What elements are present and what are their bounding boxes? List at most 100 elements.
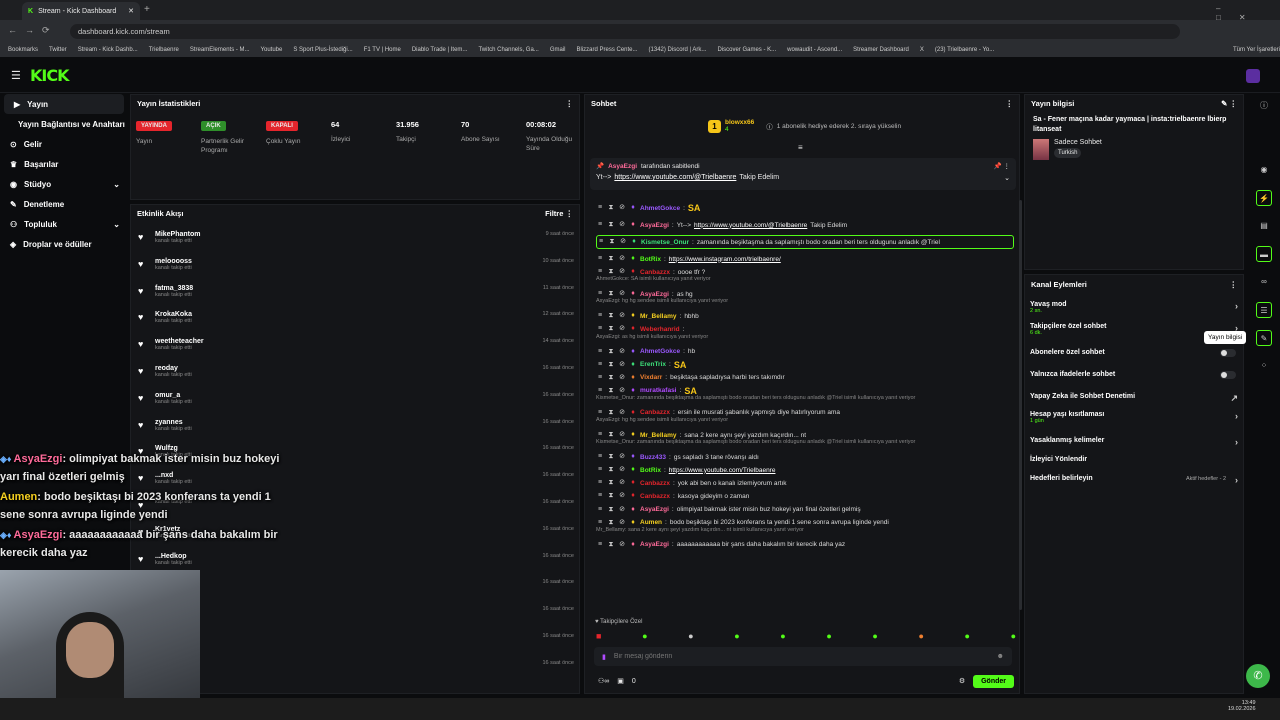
mod-action-icon[interactable]: ≡: [596, 431, 604, 439]
external-link-icon[interactable]: ↗: [1230, 393, 1238, 404]
camera-rail-icon[interactable]: ◉: [1256, 162, 1272, 178]
ban-icon[interactable]: ⊘: [618, 204, 626, 212]
bookmark-item[interactable]: X: [920, 47, 924, 53]
ban-icon[interactable]: ⊘: [618, 255, 626, 263]
mod-action-icon[interactable]: ≡: [596, 348, 604, 356]
sidebar-item-3[interactable]: ♛ Başarılar: [0, 154, 128, 174]
ban-icon[interactable]: ⊘: [618, 325, 626, 333]
nav-buttons[interactable]: ←→⟳: [8, 25, 58, 36]
channel-actions-menu-icon[interactable]: ⋮: [1230, 280, 1238, 289]
activity-user[interactable]: KrokaKoka: [155, 311, 192, 318]
ban-icon[interactable]: ⊘: [618, 361, 626, 369]
mod-action-icon[interactable]: ≡: [596, 221, 604, 229]
chat-username[interactable]: AsyaEzgi: [640, 506, 669, 513]
sidebar-item-5[interactable]: ✎ Denetleme: [0, 194, 128, 214]
bookmark-item[interactable]: (1342) Discord | Ark...: [649, 47, 707, 53]
emote-icon[interactable]: ●: [918, 631, 923, 641]
more-rail-icon[interactable]: ⁘: [1256, 358, 1272, 374]
emote-icon[interactable]: ●: [734, 631, 739, 641]
chat-username[interactable]: AsyaEzgi: [640, 291, 669, 298]
bookmark-item[interactable]: StreamElements - M...: [190, 47, 250, 53]
chat-scrollbar[interactable]: [1019, 200, 1022, 610]
bookmark-item[interactable]: F1 TV | Home: [364, 47, 401, 53]
chat-username[interactable]: Buzz433: [640, 454, 666, 461]
users-icon[interactable]: ⚇∞: [598, 677, 609, 685]
flash-rail-icon[interactable]: ⚡: [1256, 190, 1272, 206]
ban-icon[interactable]: ⊘: [618, 541, 626, 549]
channel-action-item[interactable]: İzleyici Yönlendir: [1030, 456, 1240, 463]
chat-username[interactable]: Mr_Bellamy: [640, 313, 677, 320]
bookmark-item[interactable]: (23) Trielbaenre - Yo...: [935, 47, 994, 53]
sidebar-item-1[interactable]: Yayın Bağlantısı ve Anahtarı: [0, 114, 128, 134]
chat-message[interactable]: ≡ ⧗ ⊘ ♦ AsyaEzgi: Yt--> https://www.youtube.co…: [596, 219, 1016, 231]
sidebar-item-7[interactable]: ◈ Droplar ve ödüller: [0, 234, 128, 254]
timeout-icon[interactable]: ⧗: [607, 312, 615, 320]
mod-action-icon[interactable]: ≡: [596, 204, 604, 212]
ban-icon[interactable]: ⊘: [618, 387, 626, 395]
stream-info-menu-icon[interactable]: ⋮: [1230, 99, 1238, 108]
chat-message[interactable]: ≡ ⧗ ⊘ ♦ Vixdarr: beşiktaşa sapladıysa harbi t…: [596, 372, 1016, 384]
timeout-icon[interactable]: ⧗: [607, 409, 615, 417]
chevron-right-icon[interactable]: ›: [1235, 411, 1238, 421]
avatar[interactable]: [1246, 69, 1260, 83]
emoji-icon[interactable]: ☻: [997, 653, 1004, 660]
mod-action-icon[interactable]: ≡: [596, 325, 604, 333]
wrench-rail-icon[interactable]: ✎: [1256, 330, 1272, 346]
activity-user[interactable]: MikePhantom: [155, 231, 201, 238]
mod-action-icon[interactable]: ≡: [596, 268, 604, 276]
ban-icon[interactable]: ⊘: [618, 312, 626, 320]
timeout-icon[interactable]: ⧗: [607, 325, 615, 333]
ban-icon[interactable]: ⊘: [618, 221, 626, 229]
activity-user[interactable]: zyannes: [155, 419, 192, 426]
channel-action-item[interactable]: Hedefleri belirleyin Aktif hedefler - 2 ›: [1030, 475, 1240, 485]
chat-message[interactable]: ≡ ⧗ ⊘ ♦ AsyaEzgi: aaaaaaaaaaaa bir şans daha …: [596, 539, 1016, 551]
mod-action-icon[interactable]: ≡: [596, 492, 604, 500]
bookmark-item[interactable]: Blizzard Press Cente...: [576, 47, 637, 53]
chevron-right-icon[interactable]: ›: [1235, 437, 1238, 447]
activity-user[interactable]: weetheteacher: [155, 338, 204, 345]
bookmark-item[interactable]: Stream - Kick Dashb...: [78, 47, 138, 53]
mod-action-icon[interactable]: ≡: [596, 466, 604, 474]
ban-icon[interactable]: ⊘: [619, 238, 627, 246]
emote-icon[interactable]: ●: [688, 631, 693, 641]
bookmark-item[interactable]: Bookmarks: [8, 47, 38, 53]
chat-link[interactable]: https://www.youtube.com/@Trielbaenre: [694, 222, 807, 229]
chat-message[interactable]: ≡ ⧗ ⊘ ♦ Canbazzx: yok abi ben o kanalı izlemi…: [596, 477, 1016, 489]
sidebar-item-4[interactable]: ◉ Stüdyo ⌄: [0, 174, 128, 194]
chat-username[interactable]: ErenTrix: [640, 361, 666, 368]
chat-rail-icon[interactable]: ▬: [1256, 246, 1272, 262]
browser-tab[interactable]: K Stream - Kick Dashboard ✕: [22, 2, 140, 20]
chat-message[interactable]: ≡ ⧗ ⊘ ♦ AsyaEzgi: olimpiyat bakmak ister misi…: [596, 504, 1016, 516]
chat-username[interactable]: AsyaEzgi: [640, 222, 669, 229]
timeout-icon[interactable]: ⧗: [607, 268, 615, 276]
mod-action-icon[interactable]: ≡: [596, 312, 604, 320]
ban-icon[interactable]: ⊘: [618, 290, 626, 298]
timeout-icon[interactable]: ⧗: [607, 506, 615, 514]
ban-icon[interactable]: ⊘: [618, 268, 626, 276]
channel-action-item[interactable]: Hesap yaşı kısıtlaması 1 gün ›: [1030, 411, 1240, 424]
mod-action-icon[interactable]: ≡: [596, 541, 604, 549]
mod-action-icon[interactable]: ≡: [596, 374, 604, 382]
taskbar-clock[interactable]: 13:49 19.02.2026: [1228, 700, 1256, 712]
link-rail-icon[interactable]: ∞: [1256, 274, 1272, 290]
pinned-link[interactable]: https://www.youtube.com/@Trielbaenre: [614, 174, 736, 182]
chevron-right-icon[interactable]: ›: [1235, 301, 1238, 311]
chat-input-box[interactable]: ▮ ☻: [594, 647, 1012, 666]
chat-message[interactable]: ≡ ⧗ ⊘ ♦ AhmetGokce: SA: [596, 202, 1016, 214]
sidebar-item-0[interactable]: ▶ Yayın: [4, 94, 124, 114]
timeout-icon[interactable]: ⧗: [607, 466, 615, 474]
ban-icon[interactable]: ⊘: [618, 431, 626, 439]
support-chat-icon[interactable]: ✆: [1246, 664, 1270, 688]
toggle-switch[interactable]: [1220, 349, 1236, 357]
chevron-down-icon[interactable]: ⌄: [113, 220, 120, 229]
ban-icon[interactable]: ⊘: [618, 409, 626, 417]
kick-logo[interactable]: KICK: [30, 66, 69, 85]
timeout-icon[interactable]: ⧗: [607, 387, 615, 395]
activity-menu-icon[interactable]: ⋮: [566, 209, 574, 218]
chat-message[interactable]: ≡ ⧗ ⊘ ♦ ErenTrix: SA: [596, 359, 1016, 371]
bookmark-item[interactable]: wowaudit - Ascend...: [787, 47, 842, 53]
timeout-icon[interactable]: ⧗: [608, 238, 616, 246]
ban-icon[interactable]: ⊘: [618, 374, 626, 382]
chat-username[interactable]: Mr_Bellamy: [640, 432, 677, 439]
chat-username[interactable]: Kismetse_Onur: [641, 239, 689, 246]
